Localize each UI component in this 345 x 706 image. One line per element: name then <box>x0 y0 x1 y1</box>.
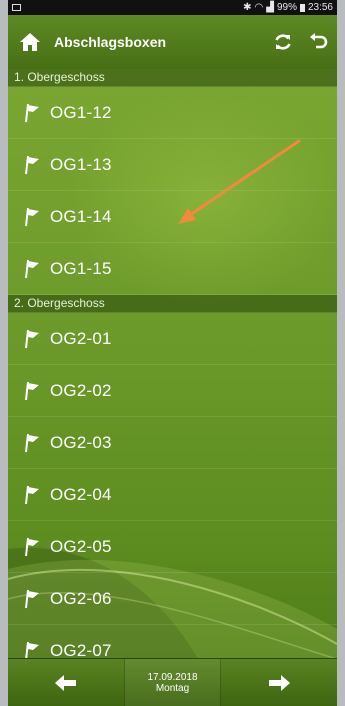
list-item-og1-14[interactable]: OG1-14 <box>8 191 337 243</box>
refresh-icon <box>275 34 291 50</box>
list-item-label: OG2-01 <box>50 328 112 348</box>
arrow-right-icon <box>269 674 290 691</box>
app-header: Abschlagsboxen <box>8 15 337 69</box>
bluetooth-icon: ✱ <box>243 2 252 13</box>
date-display[interactable]: 17.09.2018 Montag <box>124 659 221 706</box>
golf-flag-icon <box>25 155 39 174</box>
home-icon <box>20 33 40 51</box>
signal-icon: ▟ <box>266 2 274 13</box>
golf-flag-icon <box>25 381 39 400</box>
list-item-label: OG2-06 <box>50 588 112 608</box>
status-bar: ✱ ◠ ▟ 99% 23:56 <box>8 0 337 15</box>
list-item-og1-13[interactable]: OG1-13 <box>8 139 337 191</box>
list-item-label: OG2-07 <box>50 640 112 660</box>
golf-flag-icon <box>25 485 39 504</box>
list-item-label: OG2-05 <box>50 536 112 556</box>
page-title: Abschlagsboxen <box>54 34 167 50</box>
list-item-label: OG2-03 <box>50 432 112 452</box>
golf-flag-icon <box>25 207 39 226</box>
list-item-og2-07[interactable]: OG2-07 <box>8 625 337 659</box>
list-item-og2-06[interactable]: OG2-06 <box>8 573 337 625</box>
list-item-label: OG1-15 <box>50 258 112 278</box>
list-item-label: OG1-14 <box>50 206 112 226</box>
list-item-og2-02[interactable]: OG2-02 <box>8 365 337 417</box>
list-item-label: OG2-02 <box>50 380 112 400</box>
golf-flag-icon <box>25 103 39 122</box>
date-label: 17.09.2018 <box>147 671 198 683</box>
golf-flag-icon <box>25 433 39 452</box>
list-item-og2-03[interactable]: OG2-03 <box>8 417 337 469</box>
golf-flag-icon <box>25 537 39 556</box>
weekday-label: Montag <box>155 682 190 694</box>
golf-flag-icon <box>25 589 39 608</box>
list-item-og2-05[interactable]: OG2-05 <box>8 521 337 573</box>
arrow-left-icon <box>55 674 76 691</box>
back-button[interactable] <box>301 15 337 69</box>
gallery-notification-icon <box>12 4 21 11</box>
battery-percent: 99% <box>276 2 297 13</box>
wifi-icon: ◠ <box>254 2 264 13</box>
golf-flag-icon <box>25 329 39 348</box>
phone-screen: ✱ ◠ ▟ 99% 23:56 Abschlagsboxen 1. Oberge… <box>8 0 337 706</box>
home-button[interactable] <box>8 15 52 69</box>
list-item-og2-04[interactable]: OG2-04 <box>8 469 337 521</box>
refresh-button[interactable] <box>265 15 301 69</box>
section-header-og1: 1. Obergeschoss <box>8 69 337 87</box>
list-item-og1-15[interactable]: OG1-15 <box>8 243 337 295</box>
clock: 23:56 <box>307 2 333 13</box>
section-header-og2: 2. Obergeschoss <box>8 295 337 313</box>
list-item-label: OG2-04 <box>50 484 112 504</box>
battery-icon <box>299 3 305 12</box>
footer-nav: 17.09.2018 Montag <box>8 658 337 706</box>
box-list: 1. Obergeschoss OG1-12 OG1-13 OG1-14 OG1… <box>8 69 337 659</box>
list-item-og1-12[interactable]: OG1-12 <box>8 87 337 139</box>
prev-day-button[interactable] <box>8 659 124 706</box>
back-icon <box>310 33 328 49</box>
list-item-label: OG1-13 <box>50 154 112 174</box>
next-day-button[interactable] <box>221 659 337 706</box>
golf-flag-icon <box>25 259 39 278</box>
list-item-label: OG1-12 <box>50 102 112 122</box>
golf-flag-icon <box>25 641 39 659</box>
list-item-og2-01[interactable]: OG2-01 <box>8 313 337 365</box>
